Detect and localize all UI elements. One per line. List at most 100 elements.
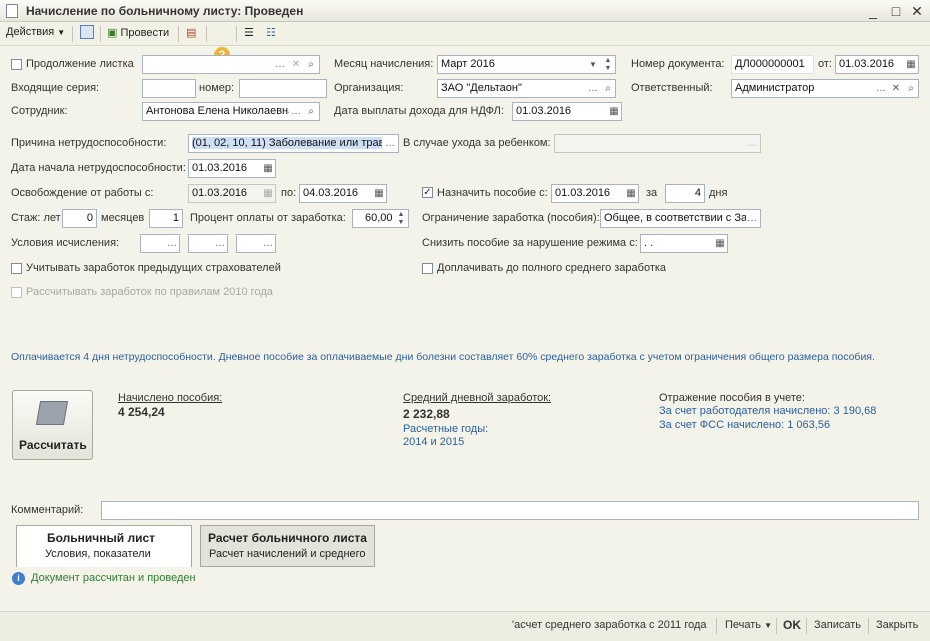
actions-menu[interactable]: Действия ▼ [6,26,65,38]
number-field[interactable] [239,79,327,98]
toolbar-separator [72,26,73,42]
minimize-icon[interactable]: _ [862,2,884,20]
calendar-icon[interactable]: ▦ [261,161,275,177]
back-icon[interactable] [80,25,94,39]
responsible-field[interactable]: Администратор … ✕ ⌕ [731,79,919,98]
search-icon[interactable]: ⌕ [904,81,918,97]
save-button[interactable]: Записать [814,619,861,631]
calendar-icon[interactable]: ▦ [624,186,638,202]
start-field[interactable]: 01.03.2016 ▦ [188,159,276,178]
assign-value: 01.03.2016 [555,187,611,199]
continuation-field[interactable]: … ✕ ⌕ [142,55,320,74]
dropdown-arrow-icon: ▼ [57,28,66,37]
months-label: месяцев [101,212,145,224]
ellipsis-icon[interactable]: … [213,236,227,252]
percent-value: 60,00 [365,212,393,224]
document-icon [6,4,18,18]
print-menu[interactable]: Печать ▼ [725,619,772,631]
search-icon[interactable]: ⌕ [304,104,318,120]
accrued-value: 4 254,24 [118,405,165,419]
dropdown-icon[interactable]: ▼ [586,57,600,73]
info-icon: i [12,572,25,585]
toolbar-separator [236,26,237,42]
footer-separator [868,618,869,634]
org-field[interactable]: ЗАО "Дельтаон" … ⌕ [437,79,616,98]
close-icon[interactable]: ✕ [906,2,928,20]
settings-list-icon[interactable]: ☷ [266,26,276,39]
ellipsis-icon[interactable]: … [586,81,600,97]
reduce-field[interactable]: . . ▦ [640,234,728,253]
calendar-icon[interactable]: ▦ [372,186,386,202]
search-icon[interactable]: ⌕ [601,81,615,97]
ellipsis-icon[interactable]: … [874,81,888,97]
rules2010-label: Рассчитывать заработок по правилам 2010 … [26,286,273,298]
info-text: Оплачивается 4 дня нетрудоспособности. Д… [11,351,875,363]
responsible-value: Администратор [735,82,815,94]
tab-calculation[interactable]: Расчет больничного листа Расчет начислен… [200,525,375,567]
experience-months-field[interactable]: 1 [149,209,183,228]
percent-field[interactable]: 60,00 ▲ ▼ [352,209,409,228]
search-icon[interactable]: ⌕ [304,57,318,73]
condition-field-2[interactable]: … [188,234,228,253]
release-to-label: по: [281,187,297,199]
structure-icon[interactable]: ▤ [186,26,196,39]
dropdown-arrow-icon: ▼ [764,621,773,630]
clear-icon[interactable]: ✕ [289,57,303,73]
limit-field[interactable]: Общее, в соответствии с Законом … [600,209,761,228]
ellipsis-icon[interactable]: … [165,236,179,252]
docnum-field[interactable]: ДЛ000000001 [731,55,814,74]
post-button[interactable]: ▣ Провести [107,26,169,39]
ok-button[interactable]: OK [783,618,801,632]
days-field[interactable]: 4 [665,184,705,203]
calculate-button[interactable]: Рассчитать [12,390,93,460]
childcare-field[interactable]: … [554,134,761,153]
close-button[interactable]: Закрыть [876,619,918,631]
ellipsis-icon[interactable]: … [383,136,397,152]
spin-icon[interactable]: ▲ ▼ [601,57,615,73]
release-to-field[interactable]: 04.03.2016 ▦ [299,184,387,203]
ndfl-field[interactable]: 01.03.2016 ▦ [512,102,622,121]
maximize-icon[interactable]: □ [885,2,907,20]
employer-line[interactable]: За счет работодателя начислено: 3 190,68 [659,405,876,417]
ellipsis-icon[interactable]: … [289,104,303,120]
clear-icon[interactable]: ✕ [889,81,903,97]
month-field[interactable]: Март 2016 ▼ ▲ ▼ [437,55,616,74]
comment-field[interactable] [101,501,919,520]
prev-employers-checkbox[interactable] [11,263,22,274]
spin-icon[interactable]: ▲ ▼ [394,211,408,227]
condition-field-3[interactable]: … [236,234,276,253]
continuation-checkbox[interactable] [11,59,22,70]
series-field[interactable] [142,79,196,98]
employee-label: Сотрудник: [11,105,68,117]
avg-calc-button[interactable]: 'асчет среднего заработка с 2011 года [512,619,707,631]
doc-date-field[interactable]: 01.03.2016 ▦ [835,55,919,74]
docnum-value: ДЛ000000001 [735,58,805,70]
org-label: Организация: [334,82,404,94]
accrued-label: Начислено пособия: [118,392,223,404]
release-from-field[interactable]: 01.03.2016 ▦ [188,184,276,203]
calendar-icon[interactable]: ▦ [261,186,275,202]
days-value: 4 [694,187,701,199]
toolbar-separator [178,26,179,42]
condition-field-1[interactable]: … [140,234,180,253]
ellipsis-icon[interactable]: … [273,57,287,73]
ellipsis-icon[interactable]: … [745,136,759,152]
table-icon[interactable]: ☰ [244,26,254,39]
calendar-icon[interactable]: ▦ [607,104,621,120]
release-from-value: 01.03.2016 [192,187,248,199]
calendar-icon[interactable]: ▦ [904,57,918,73]
tab-subtitle: Расчет начислений и среднего [209,548,366,560]
reason-field[interactable]: (01, 02, 10, 11) Заболевание или травма … [188,134,399,153]
assign-checkbox[interactable]: ✓ [422,187,433,198]
ellipsis-icon[interactable]: … [261,236,275,252]
status-message: Документ рассчитан и проведен [31,572,196,584]
ellipsis-icon[interactable]: … [745,211,759,227]
employee-field[interactable]: Антонова Елена Николаевна … ⌕ [142,102,320,121]
fss-line[interactable]: За счет ФСС начислено: 1 063,56 [659,419,830,431]
assign-field[interactable]: 01.03.2016 ▦ [551,184,639,203]
calendar-icon[interactable]: ▦ [713,236,727,252]
window-title: Начисление по больничному листу: Проведе… [26,4,304,18]
tab-sick-leave[interactable]: Больничный лист Условия, показатели [16,525,192,567]
topup-checkbox[interactable] [422,263,433,274]
experience-years-field[interactable]: 0 [62,209,97,228]
